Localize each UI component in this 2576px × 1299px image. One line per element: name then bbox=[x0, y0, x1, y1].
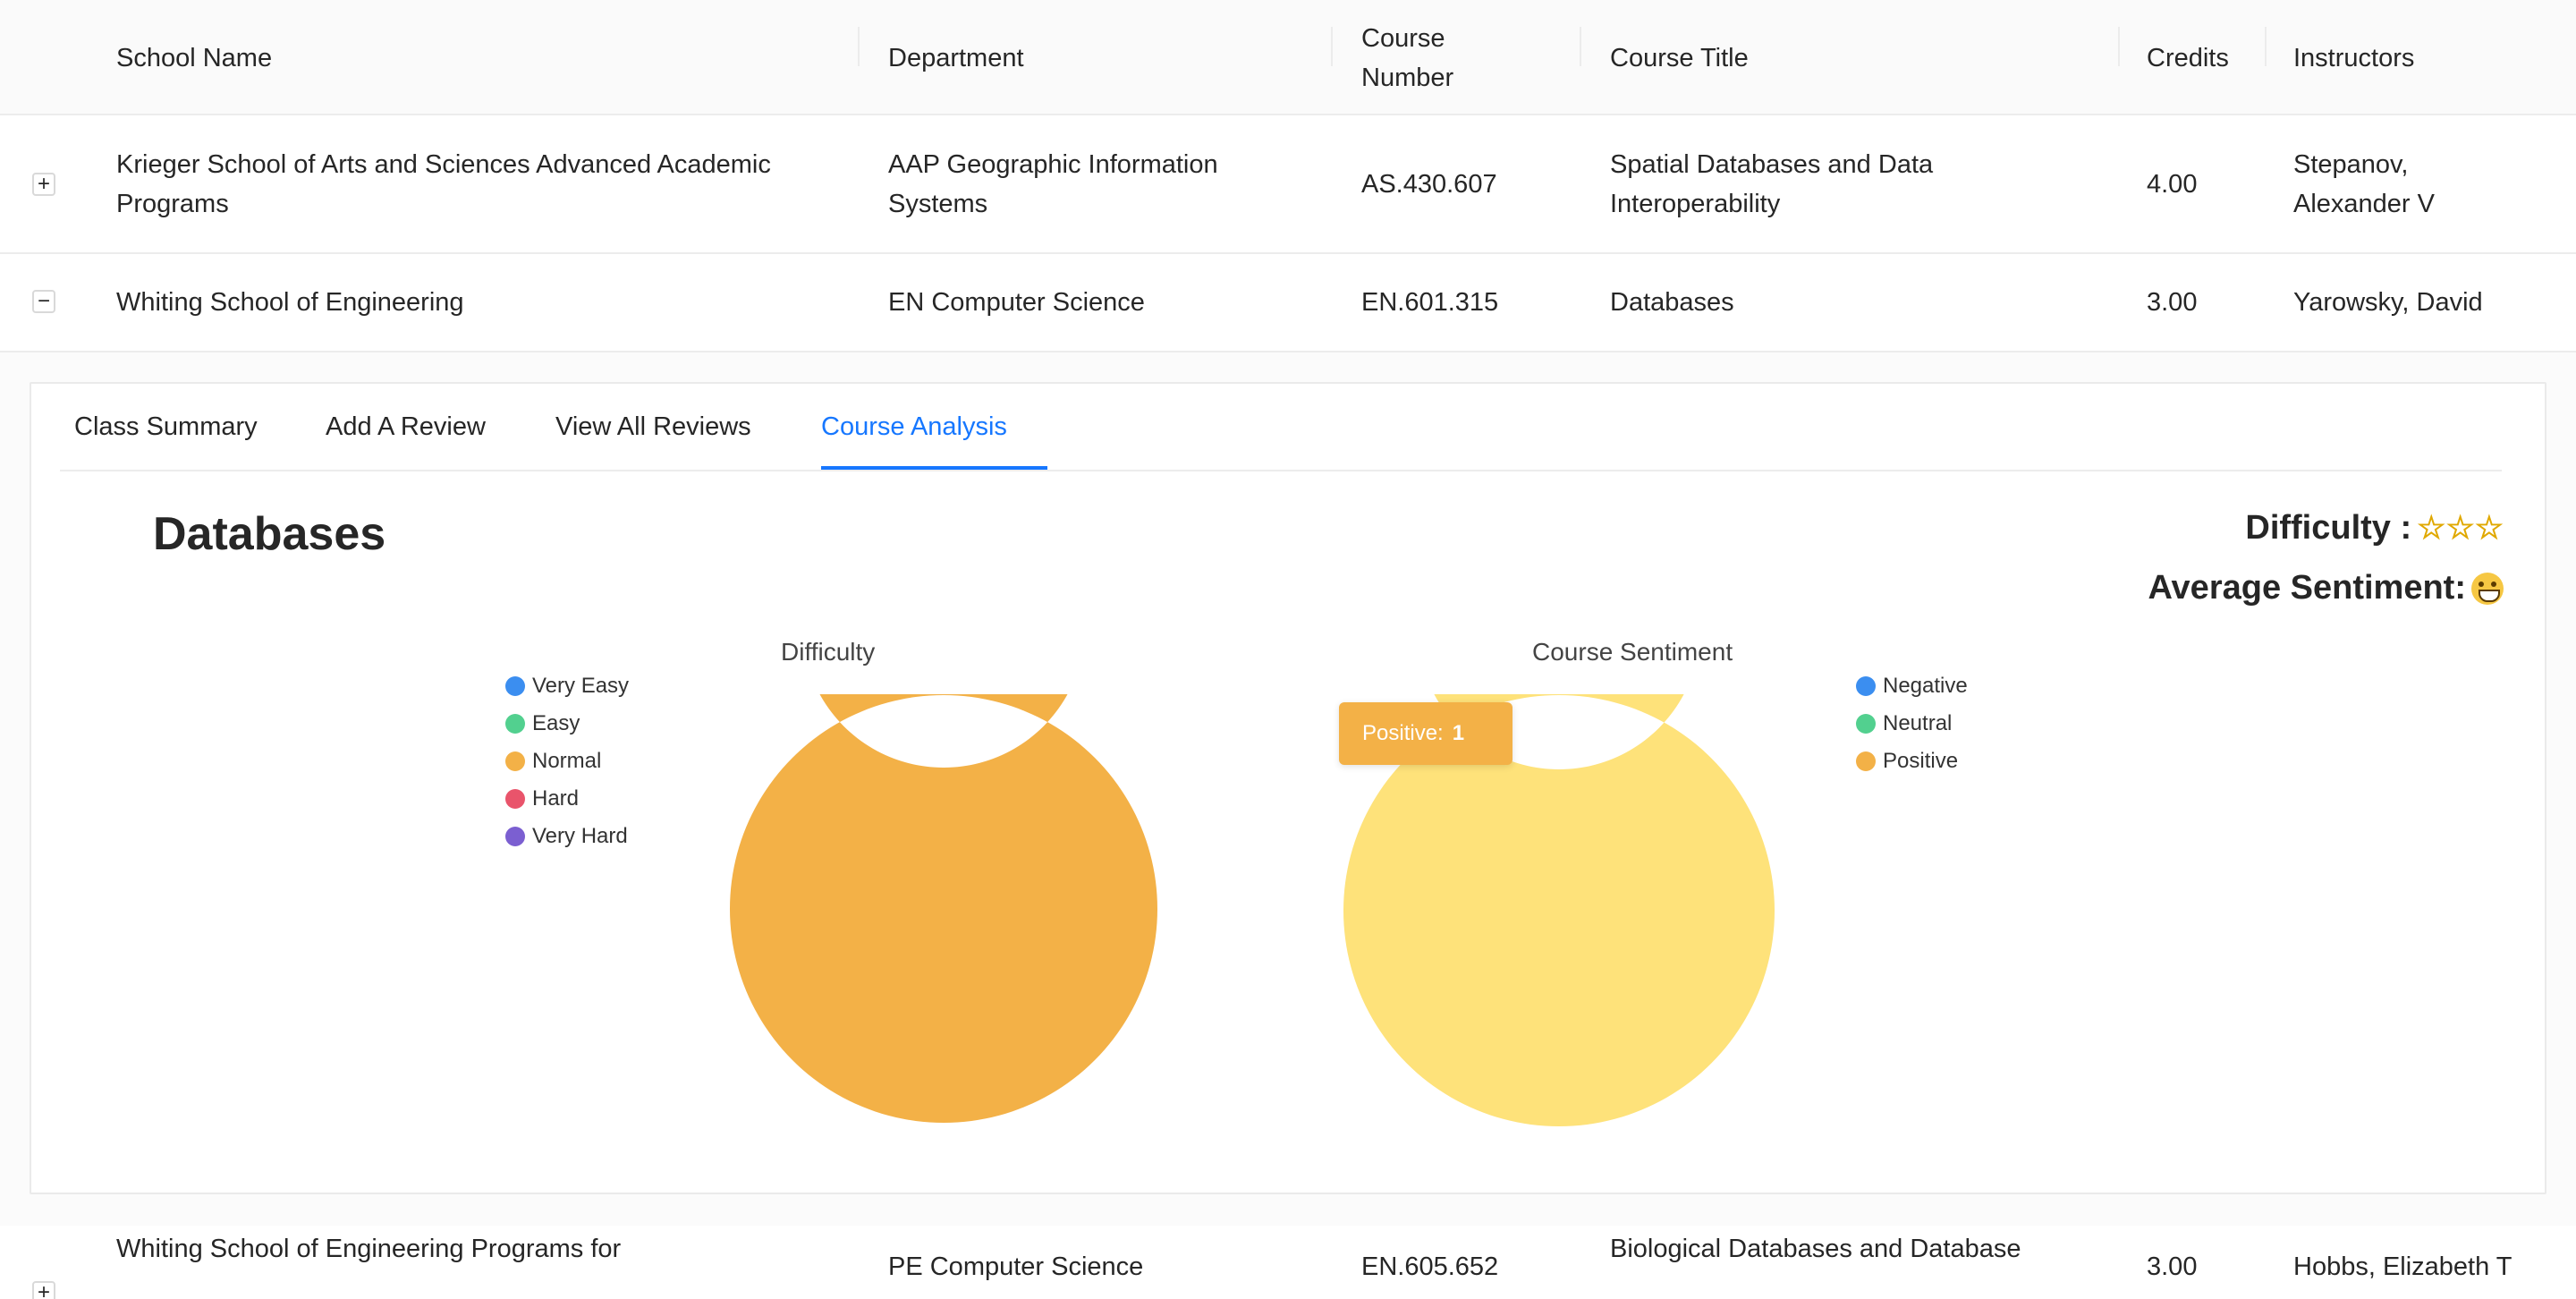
legend-dot-icon bbox=[505, 676, 525, 696]
table-row[interactable]: + Whiting School of Engineering Programs… bbox=[0, 1226, 2576, 1299]
difficulty-legend-item[interactable]: Normal bbox=[505, 743, 629, 780]
difficulty-label: Difficulty : bbox=[2245, 509, 2412, 547]
sentiment-label: Average Sentiment: bbox=[2148, 569, 2466, 607]
legend-dot-icon bbox=[505, 789, 525, 809]
cell-school-name: Whiting School of Engineering bbox=[116, 288, 464, 317]
difficulty-legend-item[interactable]: Hard bbox=[505, 780, 629, 818]
expand-row-button[interactable]: + bbox=[32, 173, 55, 196]
tab-class-summary[interactable]: Class Summary bbox=[74, 409, 258, 445]
header-course-title[interactable]: Course Title bbox=[1610, 0, 1749, 115]
header-course-number[interactable]: Course Number bbox=[1361, 0, 1453, 115]
difficulty-rating: Difficulty : ☆☆☆ bbox=[2245, 509, 2504, 548]
expand-row-button[interactable]: + bbox=[32, 1281, 55, 1299]
cell-course-number: EN.605.652 bbox=[1361, 1252, 1499, 1281]
star-icon: ☆ bbox=[2417, 509, 2446, 547]
difficulty-legend-item[interactable]: Easy bbox=[505, 705, 629, 743]
difficulty-legend-item[interactable]: Very Easy bbox=[505, 667, 629, 705]
legend-label: Normal bbox=[532, 749, 602, 773]
legend-dot-icon bbox=[1856, 714, 1876, 734]
cell-text: AAP Geographic Information bbox=[888, 149, 1218, 179]
header-divider bbox=[1580, 27, 1581, 66]
table-row[interactable]: + Krieger School of Arts and Sciences Ad… bbox=[0, 115, 2576, 254]
legend-label: Very Hard bbox=[532, 824, 628, 848]
course-detail-panel: Class Summary Add A Review View All Revi… bbox=[30, 382, 2546, 1194]
legend-dot-icon bbox=[1856, 676, 1876, 696]
cell-credits: 3.00 bbox=[2147, 1252, 2198, 1281]
header-department[interactable]: Department bbox=[888, 0, 1024, 115]
tooltip-label: Positive: bbox=[1362, 721, 1444, 745]
cell-text: Stepanov, bbox=[2293, 149, 2409, 179]
header-credits[interactable]: Credits bbox=[2147, 0, 2229, 115]
header-instructors[interactable]: Instructors bbox=[2293, 0, 2414, 115]
table-row[interactable]: − Whiting School of Engineering EN Compu… bbox=[0, 254, 2576, 352]
header-divider bbox=[2265, 27, 2267, 66]
tab-view-all-reviews[interactable]: View All Reviews bbox=[555, 409, 751, 445]
cell-text: Alexander V bbox=[2293, 189, 2435, 218]
legend-label: Hard bbox=[532, 786, 580, 811]
header-divider bbox=[858, 27, 860, 66]
cell-course-number: EN.601.315 bbox=[1361, 288, 1499, 317]
legend-label: Neutral bbox=[1883, 711, 1953, 735]
cell-course-number: AS.430.607 bbox=[1361, 169, 1497, 199]
cell-text: Spatial Databases and Data bbox=[1610, 149, 1934, 179]
legend-label: Negative bbox=[1883, 674, 1968, 698]
tab-add-review[interactable]: Add A Review bbox=[326, 409, 486, 445]
difficulty-chart-title: Difficulty bbox=[781, 638, 876, 666]
legend-label: Very Easy bbox=[532, 674, 630, 698]
difficulty-donut-chart bbox=[730, 694, 1157, 1123]
collapse-row-button[interactable]: − bbox=[32, 290, 55, 313]
header-course-number-line2: Number bbox=[1361, 63, 1454, 92]
cell-text: Interoperability bbox=[1610, 189, 1781, 218]
star-icon: ☆ bbox=[2445, 509, 2475, 547]
cell-credits: 3.00 bbox=[2147, 288, 2198, 317]
cell-course-title: Spatial Databases and Data Interoperabil… bbox=[1610, 115, 1933, 252]
tooltip-value: 1 bbox=[1452, 721, 1465, 745]
cell-instructors: Stepanov, Alexander V bbox=[2293, 115, 2435, 252]
cell-course-title: Biological Databases and Database bbox=[1610, 1235, 2021, 1263]
cell-department: PE Computer Science bbox=[888, 1252, 1144, 1281]
difficulty-legend-item[interactable]: Very Hard bbox=[505, 818, 629, 855]
cell-text: Krieger School of Arts and Sciences Adva… bbox=[116, 149, 771, 179]
header-divider bbox=[1331, 27, 1333, 66]
header-course-number-line1: Course bbox=[1361, 23, 1445, 53]
star-icon: ☆ bbox=[2474, 509, 2504, 547]
legend-label: Easy bbox=[532, 711, 580, 735]
tab-course-analysis[interactable]: Course Analysis bbox=[821, 409, 1007, 445]
cell-school-name: Krieger School of Arts and Sciences Adva… bbox=[116, 115, 771, 252]
legend-dot-icon bbox=[505, 714, 525, 734]
grinning-face-icon bbox=[2471, 572, 2504, 605]
cell-text: Systems bbox=[888, 189, 988, 218]
course-name-heading: Databases bbox=[153, 508, 386, 560]
sentiment-chart-title: Course Sentiment bbox=[1532, 638, 1733, 666]
cell-department: EN Computer Science bbox=[888, 288, 1145, 317]
chart-tooltip: Positive: 1 bbox=[1339, 702, 1513, 765]
sentiment-legend-item[interactable]: Negative bbox=[1856, 667, 1968, 705]
legend-label: Positive bbox=[1883, 749, 1959, 773]
cell-instructors: Hobbs, Elizabeth T bbox=[2293, 1252, 2512, 1281]
cell-instructors: Yarowsky, David bbox=[2293, 288, 2483, 317]
difficulty-legend: Very Easy Easy Normal Hard Very Hard bbox=[505, 667, 629, 855]
table-header: School Name Department Course Number Cou… bbox=[0, 0, 2576, 115]
cell-text: Programs bbox=[116, 189, 229, 218]
cell-course-title: Databases bbox=[1610, 288, 1734, 317]
sentiment-legend-item[interactable]: Positive bbox=[1856, 743, 1968, 780]
legend-dot-icon bbox=[505, 751, 525, 771]
cell-department: AAP Geographic Information Systems bbox=[888, 115, 1218, 252]
header-divider bbox=[2118, 27, 2120, 66]
sentiment-legend: Negative Neutral Positive bbox=[1856, 667, 1968, 780]
cell-credits: 4.00 bbox=[2147, 169, 2198, 199]
legend-dot-icon bbox=[1856, 751, 1876, 771]
average-sentiment: Average Sentiment: bbox=[2148, 569, 2504, 607]
tab-bar: Class Summary Add A Review View All Revi… bbox=[31, 384, 2545, 471]
tab-divider bbox=[60, 470, 2502, 471]
legend-dot-icon bbox=[505, 827, 525, 846]
sentiment-legend-item[interactable]: Neutral bbox=[1856, 705, 1968, 743]
difficulty-stars: ☆☆☆ bbox=[2417, 509, 2504, 548]
cell-school-name: Whiting School of Engineering Programs f… bbox=[116, 1235, 622, 1263]
header-school-name[interactable]: School Name bbox=[116, 0, 272, 115]
